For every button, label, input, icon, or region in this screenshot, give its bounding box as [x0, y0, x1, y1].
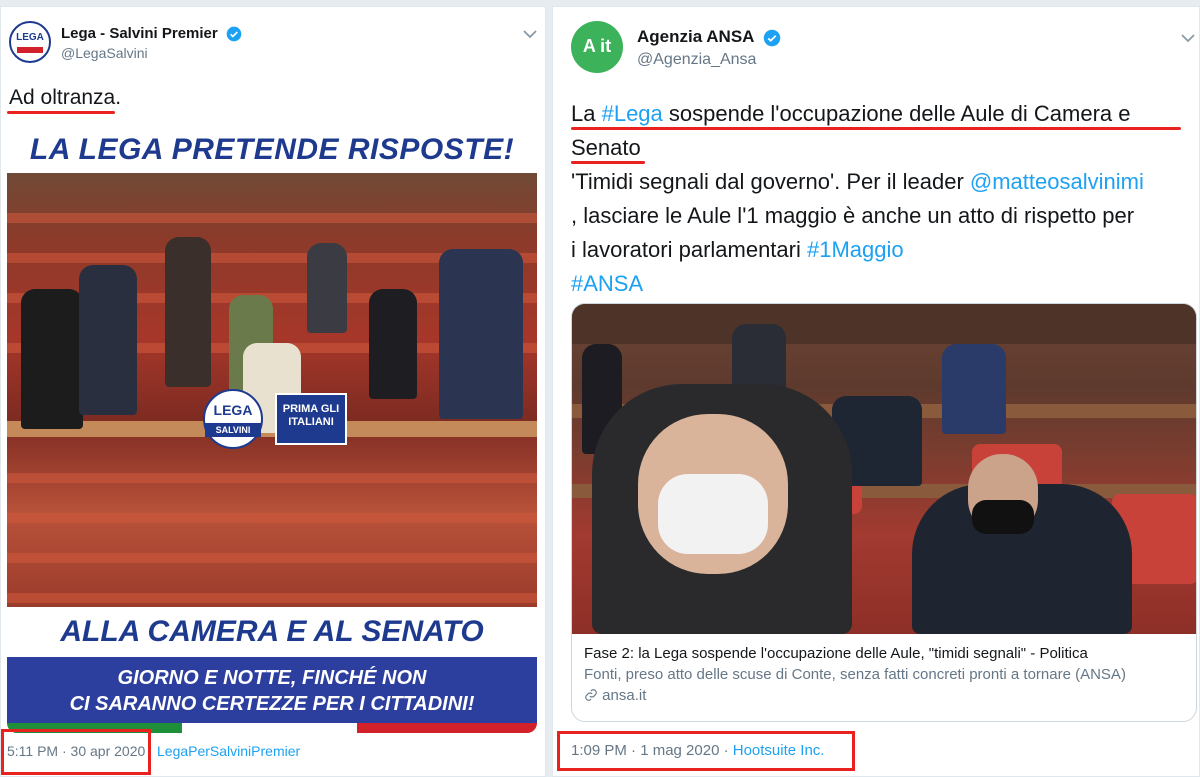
- poster-band-blue: GIORNO E NOTTE, FINCHÉ NON CI SARANNO CE…: [7, 657, 537, 723]
- poster-image[interactable]: LA LEGA PRETENDE RISPOSTE! LEGA SALVINI …: [7, 127, 537, 733]
- mention-matteosalvinimi-link[interactable]: @matteosalvinimi: [970, 169, 1144, 194]
- link-preview-title: Fase 2: la Lega sospende l'occupazione d…: [584, 645, 1088, 662]
- chevron-down-icon[interactable]: [1181, 33, 1195, 43]
- poster-band-line1: GIORNO E NOTTE, FINCHÉ NON: [117, 667, 427, 689]
- underline-highlight: [571, 161, 645, 164]
- poster-band-title: ALLA CAMERA E AL SENATO: [7, 607, 537, 657]
- link-preview-description: Fonti, preso atto delle scuse di Conte, …: [584, 666, 1126, 683]
- chevron-down-icon[interactable]: [523, 29, 537, 39]
- tweet-line-5: i lavoratori parlamentari #1Maggio: [571, 233, 1197, 267]
- text-fragment: 'Timidi segnali dal governo'. Per il lea…: [571, 169, 970, 194]
- verified-badge-icon: [763, 29, 780, 46]
- tweet-line-4: , lasciare le Aule l'1 maggio è anche un…: [571, 203, 1135, 228]
- timestamp-highlight-box: [557, 731, 855, 771]
- lega-logo-sub: SALVINI: [205, 423, 261, 437]
- author-name-text: Lega - Salvini Premier: [61, 25, 218, 42]
- prima-gli-italiani-badge: PRIMA GLI ITALIANI: [275, 393, 347, 445]
- hashtag-lega-link[interactable]: #Lega: [602, 101, 663, 126]
- poster-band-line2: CI SARANNO CERTEZZE PER I CITTADINI!: [69, 693, 475, 715]
- avatar-ansa[interactable]: A it: [571, 21, 623, 73]
- author-name-lega[interactable]: Lega - Salvini Premier: [61, 25, 242, 42]
- link-preview-card[interactable]: Fase 2: la Lega sospende l'occupazione d…: [571, 303, 1197, 722]
- tweet-line-2: Senato: [571, 135, 641, 160]
- source-app-lega[interactable]: LegaPerSalviniPremier: [157, 743, 300, 759]
- author-handle-lega[interactable]: @LegaSalvini: [61, 45, 148, 61]
- tweet-ansa: A it Agenzia ANSA @Agenzia_Ansa La #Lega…: [552, 6, 1200, 777]
- senate-selfie-photo: [572, 304, 1196, 634]
- timestamp-highlight-box: [1, 729, 151, 775]
- link-preview-domain: ansa.it: [584, 686, 1186, 706]
- lega-logo: LEGA SALVINI: [203, 389, 263, 449]
- tweet-text-lega: Ad oltranza.: [9, 86, 122, 109]
- tweet-line-1: La #Lega sospende l'occupazione delle Au…: [571, 97, 1197, 131]
- link-icon: [585, 689, 597, 701]
- avatar-ansa-text: A it: [582, 36, 612, 56]
- tweet-line-3: 'Timidi segnali dal governo'. Per il lea…: [571, 165, 1197, 199]
- text-fragment: La: [571, 101, 602, 126]
- verified-badge-icon: [226, 26, 242, 42]
- hashtag-1maggio-link[interactable]: #1Maggio: [807, 237, 904, 262]
- poster-headline: LA LEGA PRETENDE RISPOSTE!: [7, 127, 537, 173]
- author-name-ansa[interactable]: Agenzia ANSA: [637, 27, 781, 47]
- link-preview-meta: Fase 2: la Lega sospende l'occupazione d…: [572, 634, 1196, 721]
- lega-logo-text: LEGA: [213, 402, 253, 418]
- text-fragment: sospende l'occupazione delle Aule di Cam…: [662, 101, 1131, 126]
- tweet-lega: LEGA Lega - Salvini Premier @LegaSalvini…: [0, 6, 546, 777]
- author-name-text: Agenzia ANSA: [637, 27, 754, 46]
- avatar-lega[interactable]: LEGA: [9, 21, 51, 63]
- avatar-lega-text: LEGA: [16, 32, 44, 43]
- hashtag-ansa-link[interactable]: #ANSA: [571, 267, 1197, 301]
- link-domain-text: ansa.it: [602, 687, 647, 704]
- text-fragment: i lavoratori parlamentari: [571, 237, 807, 262]
- underline-highlight: [571, 127, 1181, 130]
- underline-highlight: [7, 111, 115, 114]
- author-handle-ansa[interactable]: @Agenzia_Ansa: [637, 51, 756, 69]
